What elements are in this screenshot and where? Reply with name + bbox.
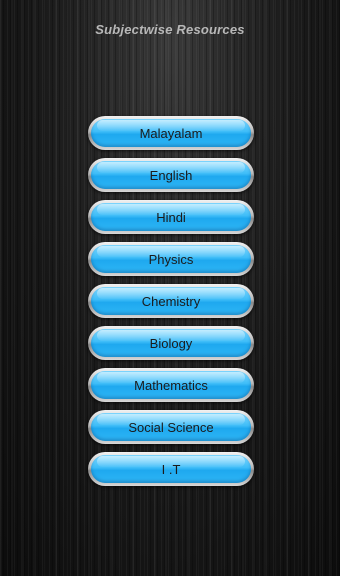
button-face: I .T — [91, 455, 251, 483]
english-button[interactable]: English — [88, 158, 254, 192]
button-face: Mathematics — [91, 371, 251, 399]
button-face: Social Science — [91, 413, 251, 441]
social-science-button[interactable]: Social Science — [88, 410, 254, 444]
hindi-button[interactable]: Hindi — [88, 200, 254, 234]
button-face: English — [91, 161, 251, 189]
button-label: I .T — [161, 461, 181, 477]
button-label: Mathematics — [134, 377, 208, 393]
button-label: Biology — [149, 335, 193, 351]
subject-list: Malayalam English Hindi Physics Chemistr… — [88, 116, 254, 494]
button-label: Social Science — [128, 419, 214, 435]
button-label: English — [149, 167, 193, 183]
button-face: Malayalam — [91, 119, 251, 147]
button-label: Malayalam — [139, 125, 203, 141]
button-face: Biology — [91, 329, 251, 357]
button-label: Physics — [148, 251, 194, 267]
button-face: Chemistry — [91, 287, 251, 315]
malayalam-button[interactable]: Malayalam — [88, 116, 254, 150]
button-face: Hindi — [91, 203, 251, 231]
button-face: Physics — [91, 245, 251, 273]
it-button[interactable]: I .T — [88, 452, 254, 486]
biology-button[interactable]: Biology — [88, 326, 254, 360]
app-screen: Subjectwise Resources Malayalam English … — [0, 0, 340, 576]
mathematics-button[interactable]: Mathematics — [88, 368, 254, 402]
page-title: Subjectwise Resources — [95, 22, 245, 37]
chemistry-button[interactable]: Chemistry — [88, 284, 254, 318]
button-label: Hindi — [156, 209, 186, 225]
physics-button[interactable]: Physics — [88, 242, 254, 276]
button-label: Chemistry — [141, 293, 201, 309]
